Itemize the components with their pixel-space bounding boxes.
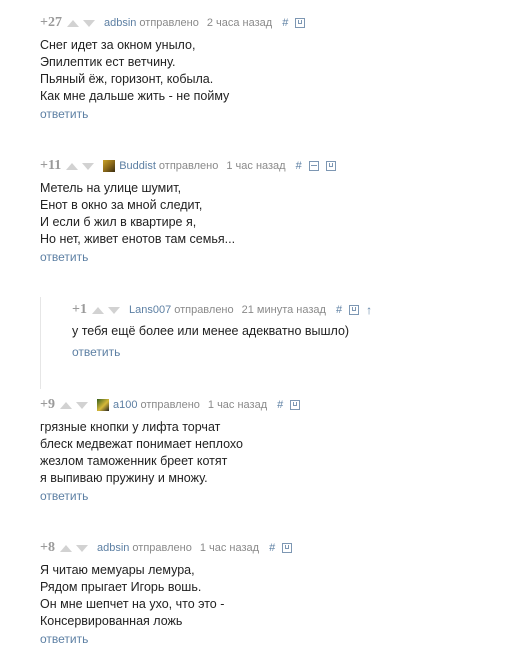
hash-link-icon[interactable]: # [277, 399, 283, 411]
save-icon[interactable] [295, 18, 306, 28]
comment-meta: +11 Buddist отправлено 1 час назад # [40, 158, 500, 174]
comment-line: Консервированная ложь [40, 614, 183, 628]
comment-meta: +9 a100 отправлено 1 час назад # [40, 397, 500, 413]
vote-down-icon[interactable] [82, 162, 95, 170]
hash-link-icon[interactable]: # [336, 304, 342, 316]
vote-up-icon[interactable] [66, 19, 79, 27]
comment-sent-label: отправлено [139, 17, 199, 29]
comment-line: Я читаю мемуары лемура, [40, 563, 195, 577]
comment-text: грязные кнопки у лифта торчат блеск медв… [40, 419, 500, 487]
comment-text: Снег идет за окном уныло, Эпилептик ест … [40, 37, 500, 105]
comment-score: +1 [72, 302, 87, 317]
vote-down-icon[interactable] [75, 401, 88, 409]
comment-sent-label: отправлено [158, 160, 219, 172]
comment-sent-label: отправлено [132, 542, 192, 554]
comment-score: +27 [40, 15, 62, 30]
comment-line: Эпилептик ест ветчину. [40, 55, 176, 69]
comment: +9 a100 отправлено 1 час назад # грязные… [40, 397, 500, 503]
save-icon[interactable] [349, 305, 360, 315]
comment-line: Пьяный ёж, горизонт, кобыла. [40, 72, 214, 86]
save-icon[interactable] [282, 543, 293, 553]
comment-time[interactable]: 1 час назад [208, 399, 267, 411]
vote-down-icon[interactable] [75, 544, 88, 552]
comment: +1 Lans007 отправлено 21 минута назад # … [72, 302, 502, 359]
comment-line: грязные кнопки у лифта торчат [40, 420, 221, 434]
reply-link[interactable]: ответить [40, 107, 500, 121]
comment: +8 adbsin отправлено 1 час назад # Я чит… [40, 540, 500, 646]
comment-text: Метель на улице шумит, Енот в окно за мн… [40, 180, 500, 248]
comment-sent-label: отправлено [174, 304, 234, 316]
comment-line: Енот в окно за мной следит, [40, 198, 203, 212]
vote-up-icon[interactable] [66, 162, 79, 170]
vote-down-icon[interactable] [82, 19, 95, 27]
save-icon[interactable] [325, 161, 336, 171]
hash-link-icon[interactable]: # [269, 542, 275, 554]
comment-line: И если б жил в квартире я, [40, 215, 197, 229]
save-icon[interactable] [290, 400, 301, 410]
comment-line: блеск медвежат понимает неплохо [40, 437, 243, 451]
comment-line: Снег идет за окном уныло, [40, 38, 196, 52]
reply-link[interactable]: ответить [40, 489, 500, 503]
comment-author[interactable]: Buddist [119, 160, 156, 172]
collapse-icon[interactable] [308, 161, 319, 171]
avatar[interactable] [96, 399, 109, 411]
comment-score: +11 [40, 158, 62, 173]
hash-link-icon[interactable]: # [296, 160, 302, 172]
vote-up-icon[interactable] [59, 401, 72, 409]
comment-line: у тебя ещё более или менее адекватно выш… [72, 324, 350, 338]
comment-line: жезлом таможенник бреет котят [40, 454, 228, 468]
avatar[interactable] [103, 160, 116, 172]
comment-author[interactable]: a100 [113, 399, 137, 411]
comment-line: Как мне дальше жить - не пойму [40, 89, 230, 103]
vote-down-icon[interactable] [107, 306, 120, 314]
comment-line: Рядом прыгает Игорь вошь. [40, 580, 202, 594]
vote-up-icon[interactable] [91, 306, 104, 314]
comment-time[interactable]: 1 час назад [200, 542, 259, 554]
comment-time[interactable]: 1 час назад [226, 160, 285, 172]
arrow-up-icon[interactable]: ↑ [366, 303, 372, 317]
reply-link[interactable]: ответить [40, 250, 500, 264]
comment-line: Он мне шепчет на ухо, что это - [40, 597, 225, 611]
comment-author[interactable]: adbsin [104, 17, 136, 29]
reply-link[interactable]: ответить [40, 632, 500, 646]
comment-score: +9 [40, 397, 55, 412]
comment-text: Я читаю мемуары лемура, Рядом прыгает Иг… [40, 562, 500, 630]
comment-meta: +27 adbsin отправлено 2 часа назад # [40, 15, 500, 31]
comment-line: Метель на улице шумит, [40, 181, 182, 195]
comment-score: +8 [40, 540, 55, 555]
comment-sent-label: отправлено [140, 399, 200, 411]
comment-author[interactable]: adbsin [97, 542, 129, 554]
comment: +11 Buddist отправлено 1 час назад # Мет… [40, 158, 500, 264]
comment-time[interactable]: 21 минута назад [242, 304, 326, 316]
comment-line: Но нет, живет енотов там семья... [40, 232, 236, 246]
comment-text: у тебя ещё более или менее адекватно выш… [72, 323, 502, 340]
reply-link[interactable]: ответить [72, 345, 502, 359]
comment-author[interactable]: Lans007 [129, 304, 171, 316]
hash-link-icon[interactable]: # [282, 17, 288, 29]
comment: +27 adbsin отправлено 2 часа назад # Сне… [40, 15, 500, 121]
comment-meta: +8 adbsin отправлено 1 час назад # [40, 540, 500, 556]
vote-up-icon[interactable] [59, 544, 72, 552]
comment-line: я выпиваю пружину и множу. [40, 471, 208, 485]
comment-time[interactable]: 2 часа назад [207, 17, 272, 29]
comment-meta: +1 Lans007 отправлено 21 минута назад # … [72, 302, 502, 318]
thread-line [40, 297, 41, 389]
